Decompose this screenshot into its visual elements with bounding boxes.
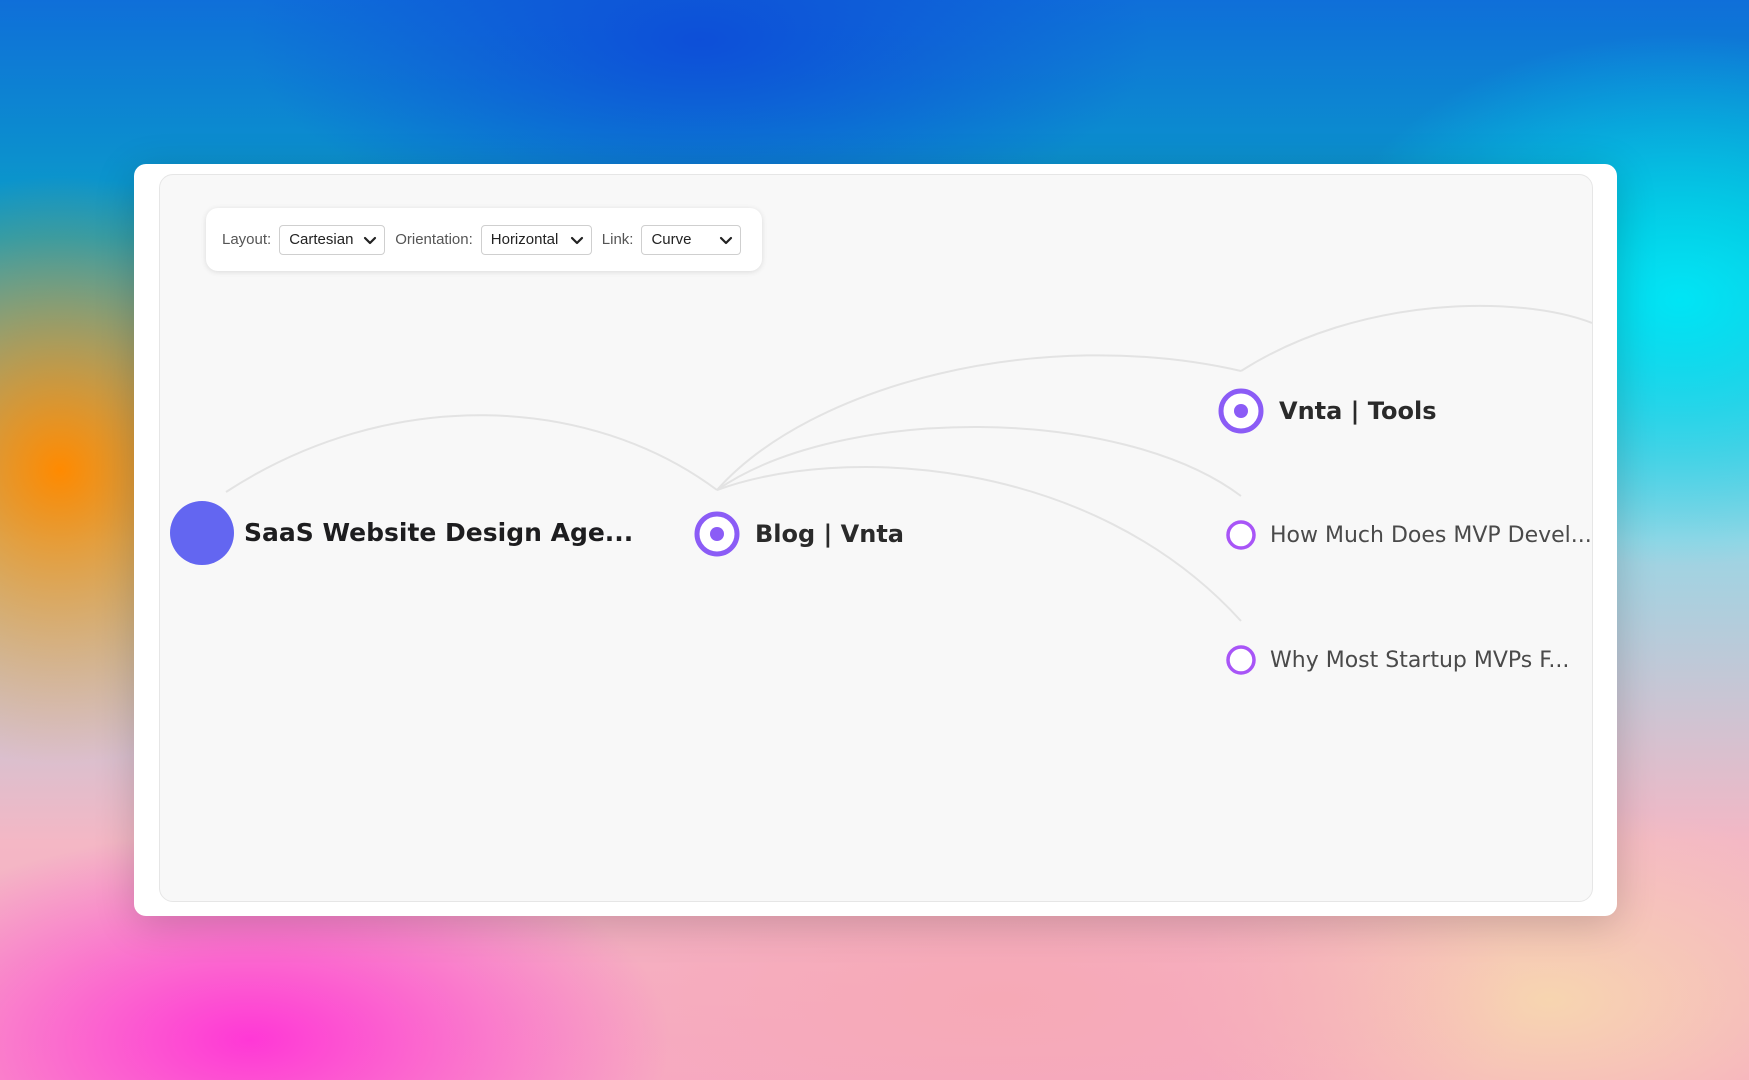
startup-mvps-node-ring[interactable] bbox=[1226, 645, 1256, 675]
blog-node-dot bbox=[710, 527, 724, 541]
mvp-cost-node-ring[interactable] bbox=[1226, 520, 1256, 550]
link-blog-tools bbox=[716, 354, 1242, 491]
tree-canvas[interactable]: SaaS Website Design Age... Blog | Vnta V… bbox=[159, 174, 1593, 902]
orientation-label: Orientation: bbox=[395, 231, 473, 248]
layout-select[interactable]: Cartesian bbox=[279, 224, 386, 255]
blog-node-label: Blog | Vnta bbox=[755, 520, 904, 548]
node-blog[interactable]: Blog | Vnta bbox=[694, 511, 904, 557]
mvp-cost-node-label: How Much Does MVP Devel... bbox=[1270, 523, 1592, 548]
link-tools-next bbox=[1240, 304, 1592, 372]
layout-select-value: Cartesian bbox=[289, 231, 354, 248]
link-blog-mvp-cost bbox=[716, 426, 1242, 497]
tree-toolbar: Layout: Cartesian Orientation: Horizonta… bbox=[206, 208, 762, 271]
node-startup-mvps[interactable]: Why Most Startup MVPs F... bbox=[1226, 645, 1569, 675]
chevron-down-icon bbox=[364, 236, 377, 244]
tree-card: SaaS Website Design Age... Blog | Vnta V… bbox=[134, 164, 1617, 916]
link-root-blog bbox=[225, 414, 718, 493]
chevron-down-icon bbox=[570, 236, 583, 244]
layout-label: Layout: bbox=[222, 231, 272, 248]
node-tools[interactable]: Vnta | Tools bbox=[1218, 388, 1436, 434]
node-mvp-cost[interactable]: How Much Does MVP Devel... bbox=[1226, 520, 1592, 550]
startup-mvps-node-label: Why Most Startup MVPs F... bbox=[1270, 648, 1569, 673]
root-node-label: SaaS Website Design Age... bbox=[244, 518, 633, 547]
link-select[interactable]: Curve bbox=[641, 224, 742, 255]
link-label: Link: bbox=[601, 231, 634, 248]
link-select-value: Curve bbox=[651, 231, 692, 248]
tree-diagram: SaaS Website Design Age... Blog | Vnta V… bbox=[170, 304, 1592, 675]
chevron-down-icon bbox=[720, 236, 733, 244]
orientation-select[interactable]: Horizontal bbox=[480, 224, 592, 255]
tools-node-label: Vnta | Tools bbox=[1279, 397, 1436, 425]
node-root[interactable]: SaaS Website Design Age... bbox=[170, 501, 633, 565]
tools-node-dot bbox=[1234, 404, 1248, 418]
orientation-select-value: Horizontal bbox=[490, 231, 559, 248]
root-node-circle[interactable] bbox=[170, 501, 234, 565]
